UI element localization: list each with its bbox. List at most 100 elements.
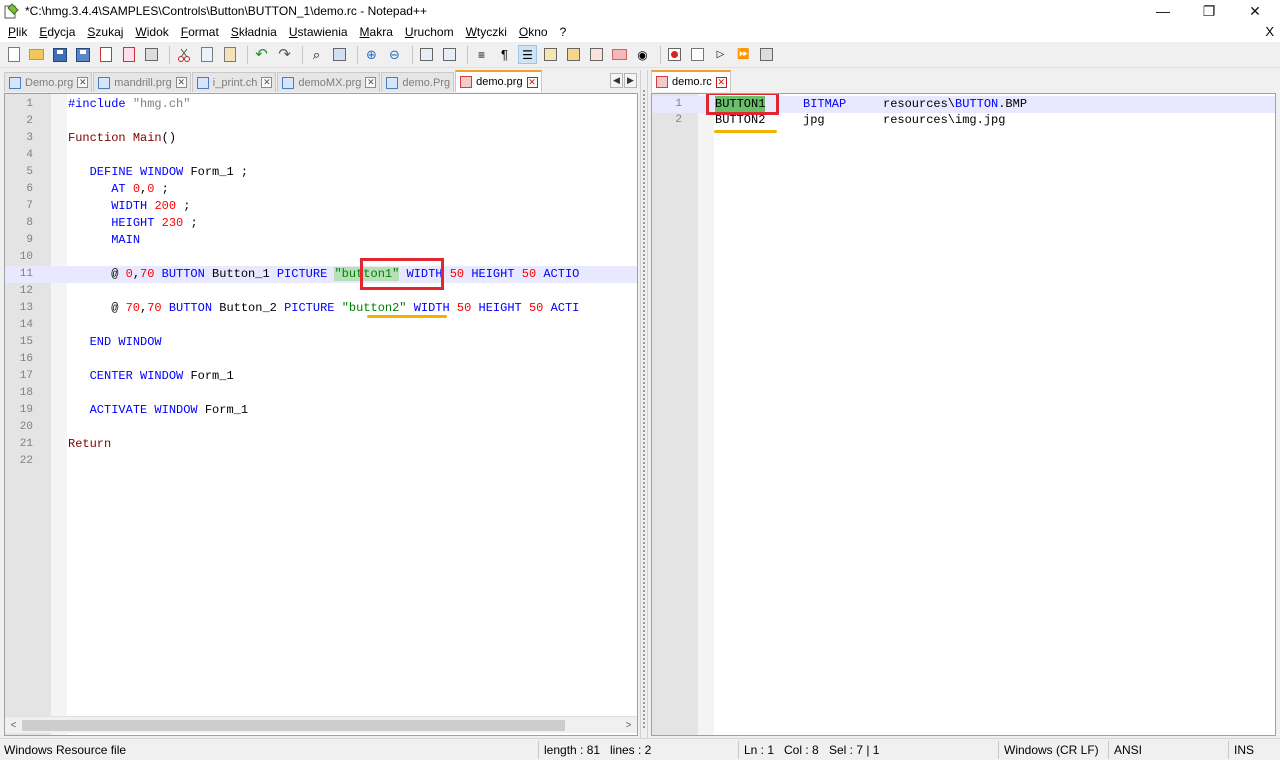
word-wrap-icon[interactable]: ≡ <box>472 45 491 64</box>
tab-demo-prg-active[interactable]: demo.prg ✕ <box>455 70 542 92</box>
undo-icon[interactable]: ↶ <box>252 45 271 64</box>
status-ln: Ln : 1 <box>744 743 775 757</box>
tab-close-icon[interactable]: ✕ <box>526 76 538 88</box>
code-line: 8 HEIGHT 230 ; <box>5 215 637 232</box>
code-text: DEFINE WINDOW Form_1 ; <box>89 165 249 179</box>
tab-demo-prg-1[interactable]: Demo.prg ✕ <box>4 72 93 92</box>
close-all-icon[interactable] <box>119 45 138 64</box>
resource-path: resources\BUTTON.BMP <box>883 97 1028 111</box>
minimize-button[interactable]: — <box>1140 0 1186 22</box>
menu-skladnia[interactable]: Składnia <box>225 22 283 42</box>
tab-scroll-left-button[interactable]: ◀ <box>610 73 623 88</box>
code-line: 12 <box>5 283 637 300</box>
save-macro-icon[interactable] <box>757 45 776 64</box>
code-text: END WINDOW <box>89 335 162 349</box>
menu-ustawienia[interactable]: Ustawienia <box>283 22 354 42</box>
status-encoding[interactable]: ANSI <box>1110 739 1142 760</box>
code-text: HEIGHT 230 ; <box>111 216 198 230</box>
highlight-box-button1-name <box>706 94 779 115</box>
toolbar-separator <box>169 45 170 64</box>
indent-guide-icon[interactable]: ☰ <box>518 45 537 64</box>
sync-horizontal-icon[interactable] <box>440 45 459 64</box>
menu-okno[interactable]: Okno <box>513 22 554 42</box>
highlight-box-button1 <box>360 258 444 290</box>
folder-icon[interactable] <box>610 45 629 64</box>
line-number: 14 <box>19 319 33 331</box>
scrollbar-thumb[interactable] <box>22 720 565 731</box>
line-number-gutter <box>652 94 698 735</box>
scroll-right-arrow[interactable]: > <box>620 717 637 734</box>
code-line: 11 @ 0,70 BUTTON Button_1 PICTURE "butto… <box>5 266 637 283</box>
menu-makra[interactable]: Makra <box>354 22 399 42</box>
document-map-icon[interactable] <box>541 45 560 64</box>
right-editor[interactable]: 1 BUTTON1 BITMAP resources\BUTTON.BMP 2 BUTTO… <box>651 93 1276 736</box>
left-editor[interactable]: 1 #include "hmg.ch" 2 3 Function Main() 4 5 DE… <box>4 93 638 736</box>
menu-format[interactable]: Format <box>175 22 225 42</box>
find-icon[interactable]: ⌕ <box>307 45 326 64</box>
tab-close-icon[interactable]: ✕ <box>261 77 273 88</box>
tab-i-print-ch[interactable]: i_print.ch ✕ <box>191 72 277 92</box>
tab-close-icon[interactable]: ✕ <box>715 76 727 88</box>
scroll-left-arrow[interactable]: < <box>5 717 22 734</box>
tab-close-icon[interactable]: ✕ <box>365 77 377 88</box>
cut-icon[interactable] <box>174 45 193 64</box>
toolbar-separator <box>247 45 248 64</box>
print-icon[interactable] <box>142 45 161 64</box>
file-icon <box>282 76 295 89</box>
status-sel: Sel : 7 | 1 <box>829 743 880 757</box>
stop-record-icon[interactable] <box>688 45 707 64</box>
code-text: Function Main() <box>68 131 177 145</box>
new-file-icon[interactable] <box>4 45 23 64</box>
status-eol[interactable]: Windows (CR LF) <box>1000 739 1099 760</box>
monitoring-eye-icon[interactable]: ◉ <box>633 45 652 64</box>
menu-widok[interactable]: Widok <box>129 22 174 42</box>
right-tab-bar: demo.rc ✕ <box>651 70 1276 92</box>
copy-icon[interactable] <box>197 45 216 64</box>
tab-scroll-right-button[interactable]: ▶ <box>624 73 637 88</box>
code-line: 4 <box>5 147 637 164</box>
menu-plik[interactable]: Plik <box>2 22 33 42</box>
menu-bar: Plik Edycja Szukaj Widok Format Składnia… <box>0 22 1280 42</box>
close-document-button[interactable]: X <box>1265 22 1274 42</box>
folder-workspace-icon[interactable] <box>587 45 606 64</box>
open-file-icon[interactable] <box>27 45 46 64</box>
status-length: length : 81 <box>544 743 601 757</box>
close-window-button[interactable]: ✕ <box>1232 0 1278 22</box>
tab-mandrill-prg[interactable]: mandrill.prg ✕ <box>93 72 191 92</box>
tab-demomx-prg[interactable]: demoMX.prg ✕ <box>277 72 381 92</box>
record-macro-icon[interactable] <box>665 45 684 64</box>
save-icon[interactable] <box>50 45 69 64</box>
run-macro-multiple-icon[interactable]: ⏩ <box>734 45 753 64</box>
paste-icon[interactable] <box>220 45 239 64</box>
sync-vertical-icon[interactable] <box>417 45 436 64</box>
zoom-in-icon[interactable]: ⊕ <box>362 45 381 64</box>
function-list-icon[interactable] <box>564 45 583 64</box>
code-text: CENTER WINDOW Form_1 <box>89 369 234 383</box>
menu-help[interactable]: ? <box>554 22 573 42</box>
maximize-button[interactable]: ❐ <box>1186 0 1232 22</box>
replace-icon[interactable] <box>330 45 349 64</box>
tab-demo-prg-2[interactable]: demo.Prg <box>381 72 455 92</box>
window-title: *C:\hmg.3.4.4\SAMPLES\Controls\Button\BU… <box>25 4 427 18</box>
zoom-out-icon[interactable]: ⊖ <box>385 45 404 64</box>
code-text: Return <box>68 437 112 451</box>
code-line: 7 WIDTH 200 ; <box>5 198 637 215</box>
underline-button2-name <box>714 130 777 133</box>
play-macro-icon[interactable]: ▷ <box>711 45 730 64</box>
toolbar: ↶ ↷ ⌕ ⊕ ⊖ ≡ ¶ ☰ ◉ ▷ ⏩ <box>0 42 1280 68</box>
save-all-icon[interactable] <box>73 45 92 64</box>
file-icon <box>460 76 473 88</box>
show-all-chars-icon[interactable]: ¶ <box>495 45 514 64</box>
horizontal-scrollbar[interactable]: < > <box>5 716 637 733</box>
menu-edycja[interactable]: Edycja <box>33 22 81 42</box>
menu-szukaj[interactable]: Szukaj <box>81 22 129 42</box>
tab-close-icon[interactable]: ✕ <box>175 77 187 88</box>
menu-wtyczki[interactable]: Wtyczki <box>460 22 513 42</box>
tab-close-icon[interactable]: ✕ <box>77 77 89 88</box>
menu-uruchom[interactable]: Uruchom <box>399 22 460 42</box>
tab-demo-rc[interactable]: demo.rc ✕ <box>651 70 731 92</box>
view-splitter[interactable] <box>640 70 648 738</box>
redo-icon[interactable]: ↷ <box>275 45 294 64</box>
line-number: 3 <box>26 132 33 144</box>
close-file-icon[interactable] <box>96 45 115 64</box>
